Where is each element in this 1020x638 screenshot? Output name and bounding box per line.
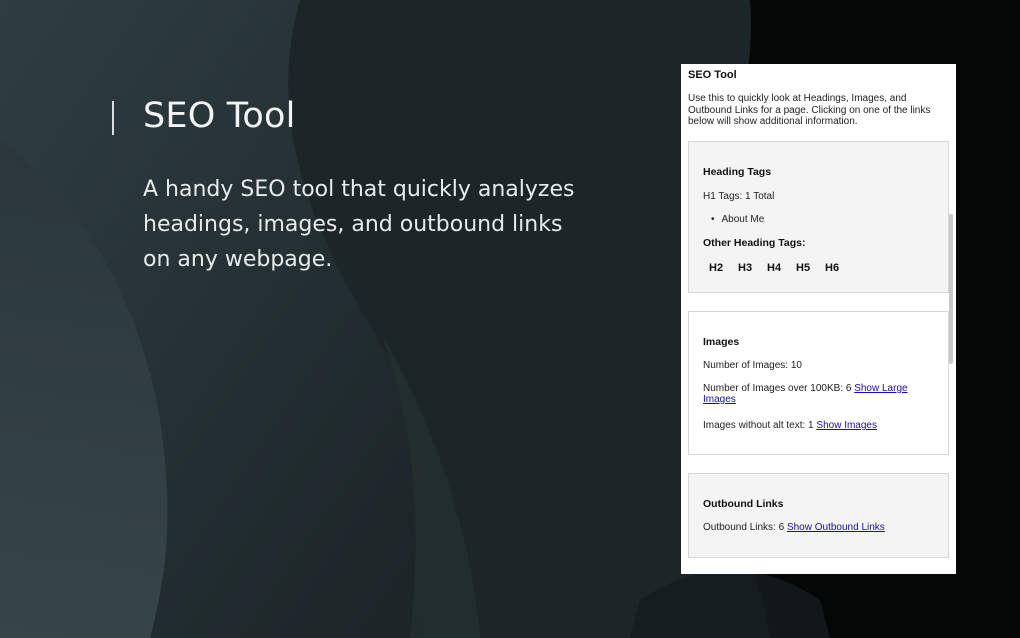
tag-h4[interactable]: H4	[767, 262, 796, 274]
outbound-links-title: Outbound Links	[703, 498, 784, 510]
images-title: Images	[703, 336, 740, 348]
images-card: Images Number of Images: 10 Number of Im…	[688, 311, 949, 455]
other-heading-tags-label: Other Heading Tags:	[703, 237, 806, 249]
panel-title: SEO Tool	[688, 69, 737, 81]
large-images-text: Number of Images over 100KB: 6	[703, 383, 852, 394]
promo-stage: SEO Tool A handy SEO tool that quickly a…	[0, 0, 1020, 638]
no-alt-line: Images without alt text: 1 Show Images	[703, 420, 877, 431]
tag-h3[interactable]: H3	[738, 262, 767, 274]
hero-title: SEO Tool	[143, 96, 296, 136]
h1-list-item: About Me	[711, 214, 765, 225]
show-images-link[interactable]: Show Images	[816, 420, 877, 431]
no-alt-text: Images without alt text: 1	[703, 420, 814, 431]
outbound-links-line: Outbound Links: 6 Show Outbound Links	[703, 522, 885, 533]
hero-accent-bar	[112, 101, 114, 135]
images-count: Number of Images: 10	[703, 360, 802, 371]
tag-h5[interactable]: H5	[796, 262, 825, 274]
h1-count: H1 Tags: 1 Total	[703, 191, 775, 202]
heading-tag-row: H2 H3 H4 H5 H6	[709, 262, 854, 274]
show-outbound-links-link[interactable]: Show Outbound Links	[787, 522, 885, 533]
hero-description: A handy SEO tool that quickly analyzes h…	[143, 177, 575, 272]
panel-scrollbar[interactable]	[949, 214, 953, 364]
large-images-line: Number of Images over 100KB: 6 Show Larg…	[703, 383, 938, 405]
panel-intro: Use this to quickly look at Headings, Im…	[688, 93, 931, 127]
tag-h6[interactable]: H6	[825, 262, 854, 274]
tag-h2[interactable]: H2	[709, 262, 738, 274]
heading-tags-card: Heading Tags H1 Tags: 1 Total About Me O…	[688, 141, 949, 293]
outbound-links-card: Outbound Links Outbound Links: 6 Show Ou…	[688, 473, 949, 558]
extension-popup-panel: SEO Tool Use this to quickly look at Hea…	[681, 64, 956, 574]
heading-tags-title: Heading Tags	[703, 166, 772, 178]
outbound-links-count: Outbound Links: 6	[703, 522, 785, 533]
